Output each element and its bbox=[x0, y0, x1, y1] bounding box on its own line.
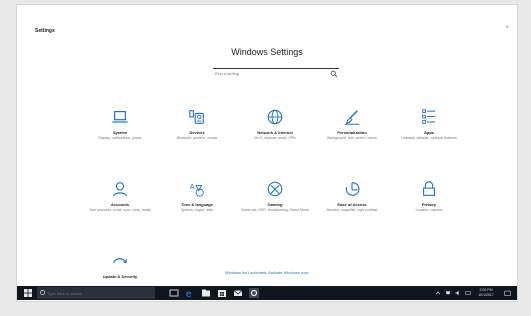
tile-gaming[interactable]: Gaming Game bar, DVR, broadcasting, Game… bbox=[240, 180, 310, 213]
tile-network[interactable]: Network & Internet Wi-Fi, airplane mode,… bbox=[240, 108, 310, 141]
ease-of-access-icon bbox=[345, 182, 360, 196]
volume-icon[interactable] bbox=[455, 290, 461, 296]
taskbar: e bbox=[17, 286, 517, 300]
clock-date: 10/1/2017 bbox=[478, 293, 494, 297]
tile-time-language[interactable]: A Time & language Speech, region, date bbox=[162, 180, 232, 213]
brush-icon bbox=[344, 110, 360, 125]
settings-gear-icon[interactable] bbox=[249, 288, 259, 298]
globe-icon bbox=[267, 109, 283, 125]
action-center-icon[interactable] bbox=[504, 290, 511, 297]
tile-desc: Game bar, DVR, broadcasting, Game Mode bbox=[241, 208, 309, 212]
tile-desc: Location, camera bbox=[415, 208, 443, 212]
svg-text:e: e bbox=[186, 289, 192, 298]
tile-name: Accounts bbox=[110, 202, 130, 207]
store-icon[interactable] bbox=[217, 288, 227, 298]
app-title: Settings bbox=[35, 28, 55, 34]
mail-icon[interactable] bbox=[233, 288, 243, 298]
tile-ease-of-access[interactable]: Ease of Access Narrator, magnifier, high… bbox=[317, 180, 387, 213]
person-icon bbox=[113, 182, 127, 197]
clock-time: 2:00 PM bbox=[479, 288, 493, 292]
task-view-icon[interactable] bbox=[169, 288, 179, 298]
clock[interactable]: 2:00 PM 10/1/2017 bbox=[473, 288, 499, 298]
tile-name: Gaming bbox=[267, 202, 283, 207]
laptop-icon bbox=[112, 111, 128, 123]
tile-desc: Narrator, magnifier, high contrast bbox=[326, 208, 378, 212]
tile-desc: Speech, region, date bbox=[180, 208, 214, 212]
activate-windows-link[interactable]: Windows isn't activated. Activate Window… bbox=[17, 270, 517, 275]
xbox-icon bbox=[267, 181, 283, 197]
tile-name: Time & language bbox=[181, 202, 213, 207]
tile-name: System bbox=[112, 130, 128, 135]
tile-desc: Bluetooth, printers, mouse bbox=[176, 136, 218, 140]
tile-devices[interactable]: Devices Bluetooth, printers, mouse bbox=[162, 108, 232, 141]
tile-desc: Your accounts, email, sync, work, family bbox=[89, 208, 151, 212]
close-button[interactable]: × bbox=[505, 25, 509, 31]
tile-name: Devices bbox=[189, 130, 205, 135]
tile-apps[interactable]: Apps Uninstall, defaults, optional featu… bbox=[394, 108, 464, 141]
search-icon bbox=[40, 290, 45, 295]
tile-name: Apps bbox=[424, 130, 434, 135]
tile-desc: Background, lock screen, colors bbox=[327, 136, 377, 140]
tile-desc: Uninstall, defaults, optional features bbox=[401, 136, 457, 140]
taskbar-search[interactable] bbox=[37, 287, 155, 299]
settings-window: Settings × Windows Settings System Displ… bbox=[17, 5, 517, 301]
tile-name: Ease of Access bbox=[337, 202, 367, 207]
tile-update-security[interactable]: Update & Security bbox=[85, 252, 155, 280]
network-icon[interactable] bbox=[445, 290, 451, 296]
search-input[interactable] bbox=[213, 69, 323, 78]
keyboard-icon[interactable] bbox=[465, 290, 471, 296]
search-box[interactable] bbox=[213, 68, 339, 78]
search-icon bbox=[330, 70, 338, 78]
tile-personalization[interactable]: Personalization Background, lock screen,… bbox=[317, 108, 387, 141]
apps-list-icon bbox=[422, 109, 436, 124]
lock-icon bbox=[423, 181, 435, 196]
svg-text:A: A bbox=[190, 182, 195, 191]
time-language-icon: A bbox=[190, 182, 204, 197]
chevron-up-icon[interactable] bbox=[435, 290, 441, 296]
page-title: Windows Settings bbox=[231, 47, 303, 57]
tile-accounts[interactable]: Accounts Your accounts, email, sync, wor… bbox=[85, 180, 155, 213]
update-icon bbox=[113, 258, 127, 264]
windows-start-icon[interactable] bbox=[24, 289, 32, 297]
tile-privacy[interactable]: Privacy Location, camera bbox=[394, 180, 464, 213]
file-explorer-icon[interactable] bbox=[201, 288, 211, 298]
taskbar-search-input[interactable] bbox=[47, 287, 147, 299]
tile-name: Personalization bbox=[337, 130, 367, 135]
tile-name: Network & Internet bbox=[257, 130, 293, 135]
tile-name: Privacy bbox=[421, 202, 437, 207]
tile-desc: Display, notifications, power bbox=[98, 136, 142, 140]
devices-icon bbox=[189, 110, 204, 124]
tile-system[interactable]: System Display, notifications, power bbox=[85, 108, 155, 141]
tile-desc: Wi-Fi, airplane mode, VPN bbox=[254, 136, 296, 140]
edge-icon[interactable]: e bbox=[185, 288, 195, 298]
